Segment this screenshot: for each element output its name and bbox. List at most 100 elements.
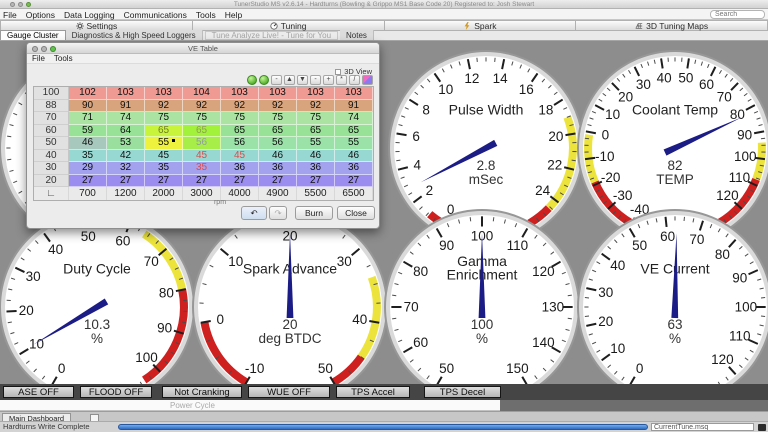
ve-cell[interactable]: 75 xyxy=(259,112,297,125)
ve-cell[interactable]: 36 xyxy=(297,162,335,175)
ve-cell[interactable]: 35 xyxy=(69,150,107,163)
ve-cell[interactable]: 75 xyxy=(221,112,259,125)
ve-cell[interactable]: 56 xyxy=(221,137,259,150)
ve-cell[interactable]: 64 xyxy=(107,125,145,138)
ve-cell[interactable]: 45 xyxy=(145,150,183,163)
sub-tab-tune-analyze-live-tune-for-you[interactable]: Tune Analyze Live! - Tune for You xyxy=(205,31,338,40)
ve-cell[interactable]: 46 xyxy=(297,150,335,163)
window-dot-icon[interactable] xyxy=(41,46,47,52)
ve-cell[interactable]: 27 xyxy=(297,175,335,188)
checkbox-icon[interactable] xyxy=(335,69,341,75)
ve-cell[interactable]: 104 xyxy=(183,87,221,100)
tab-3d-tuning-maps[interactable]: 3D Tuning Maps xyxy=(576,20,768,31)
ve-cell[interactable]: 90 xyxy=(69,100,107,113)
window-dot-icon[interactable] xyxy=(18,2,23,7)
ve-cell[interactable]: 42 xyxy=(107,150,145,163)
ve-cell[interactable]: 92 xyxy=(297,100,335,113)
ve-cell[interactable]: 27 xyxy=(69,175,107,188)
window-dot-icon[interactable] xyxy=(50,46,56,52)
menu-item-file[interactable]: File xyxy=(3,10,17,20)
decrease-cell-button[interactable]: ▼ xyxy=(297,75,308,85)
ve-cell[interactable]: 92 xyxy=(259,100,297,113)
sub-tab-notes[interactable]: Notes xyxy=(340,30,374,40)
burn-button[interactable]: Burn xyxy=(295,206,333,220)
ve-cell[interactable]: 74 xyxy=(107,112,145,125)
ve-cell[interactable]: 36 xyxy=(259,162,297,175)
tab-spark[interactable]: Spark xyxy=(385,20,577,31)
scale-button[interactable]: * xyxy=(336,75,347,85)
undo-button[interactable]: ↶ xyxy=(241,206,267,220)
menu-item-help[interactable]: Help xyxy=(225,10,242,20)
ve-cell[interactable]: 75 xyxy=(145,112,183,125)
ve-cell[interactable]: 29 xyxy=(69,162,107,175)
search-input[interactable] xyxy=(710,10,765,19)
ve-cell[interactable]: 27 xyxy=(259,175,297,188)
ve-cell[interactable]: 56 xyxy=(259,137,297,150)
ve-cell[interactable]: 35 xyxy=(183,162,221,175)
ve-cell[interactable]: 103 xyxy=(259,87,297,100)
ve-cell[interactable]: 65 xyxy=(335,125,373,138)
ve-cell[interactable]: 46 xyxy=(335,150,373,163)
redo-button[interactable]: ↷ xyxy=(269,206,287,220)
current-tune-file[interactable]: CurrentTune.msq xyxy=(651,423,754,431)
ve-cell[interactable]: 92 xyxy=(145,100,183,113)
ve-cell[interactable]: 103 xyxy=(335,87,373,100)
ve-cell[interactable]: 65 xyxy=(259,125,297,138)
ve-cell[interactable]: 32 xyxy=(107,162,145,175)
ve-cell[interactable]: 71 xyxy=(69,112,107,125)
ve-cell[interactable]: 36 xyxy=(221,162,259,175)
menu-item-data-logging[interactable]: Data Logging xyxy=(64,10,115,20)
ve-cell[interactable]: 92 xyxy=(221,100,259,113)
ve-cell[interactable]: 27 xyxy=(335,175,373,188)
edit-button[interactable]: / xyxy=(349,75,360,85)
ve-cell[interactable]: 27 xyxy=(145,175,183,188)
ve-cell[interactable]: 91 xyxy=(335,100,373,113)
ve-cell[interactable]: 59 xyxy=(69,125,107,138)
ve-cell[interactable]: 103 xyxy=(145,87,183,100)
ve-cell[interactable]: 75 xyxy=(297,112,335,125)
window-dot-icon[interactable] xyxy=(26,2,31,7)
sub-tab-diagnostics-high-speed-loggers[interactable]: Diagnostics & High Speed Loggers xyxy=(66,30,203,40)
increase-cell-button[interactable]: ▲ xyxy=(284,75,295,85)
close-button[interactable]: Close xyxy=(337,206,375,220)
ve-cell[interactable]: 53 xyxy=(107,137,145,150)
ve-cell[interactable]: 27 xyxy=(183,175,221,188)
ve-cell[interactable]: 74 xyxy=(335,112,373,125)
ve-cell[interactable]: 55 xyxy=(335,137,373,150)
ve-cell[interactable]: 27 xyxy=(107,175,145,188)
ve-cell[interactable]: 65 xyxy=(221,125,259,138)
ve-cell[interactable]: 46 xyxy=(259,150,297,163)
ve-cell[interactable]: 103 xyxy=(107,87,145,100)
ve-cell[interactable]: 55 xyxy=(145,137,183,150)
ve-cell[interactable]: 55 xyxy=(297,137,335,150)
ve-cell[interactable]: 46 xyxy=(69,137,107,150)
minus-button[interactable]: - xyxy=(310,75,321,85)
ve-cell[interactable]: 27 xyxy=(221,175,259,188)
table-zoom-out-button[interactable] xyxy=(247,75,257,85)
sub-tab-gauge-cluster[interactable]: Gauge Cluster xyxy=(0,30,66,40)
ve-cell[interactable]: 75 xyxy=(183,112,221,125)
decrement-button[interactable]: - xyxy=(271,75,282,85)
menu-item-tools[interactable]: Tools xyxy=(196,10,216,20)
ve-cell[interactable]: 102 xyxy=(69,87,107,100)
ve-cell[interactable]: 103 xyxy=(221,87,259,100)
window-dot-icon[interactable] xyxy=(32,46,38,52)
table-zoom-in-button[interactable] xyxy=(259,75,269,85)
ve-cell[interactable]: 92 xyxy=(183,100,221,113)
ve-menu-tools[interactable]: Tools xyxy=(54,54,73,63)
ve-cell[interactable]: 65 xyxy=(145,125,183,138)
ve-cell[interactable]: 45 xyxy=(221,150,259,163)
ve-cell[interactable]: 65 xyxy=(183,125,221,138)
ve-menu-file[interactable]: File xyxy=(32,54,45,63)
ve-cell[interactable]: 36 xyxy=(335,162,373,175)
menu-item-options[interactable]: Options xyxy=(26,10,55,20)
ve-cell[interactable]: 45 xyxy=(183,150,221,163)
ve-cell[interactable]: 35 xyxy=(145,162,183,175)
ve-cell[interactable]: 91 xyxy=(107,100,145,113)
ve-table-window[interactable]: VE Table FileTools 3D View -▲▼-+*/ 10010… xyxy=(26,42,380,229)
window-dot-icon[interactable] xyxy=(10,2,15,7)
ve-window-titlebar[interactable]: VE Table xyxy=(27,43,379,54)
plus-button[interactable]: + xyxy=(323,75,334,85)
ve-cell[interactable]: 103 xyxy=(297,87,335,100)
ve-cell[interactable]: 56 xyxy=(183,137,221,150)
